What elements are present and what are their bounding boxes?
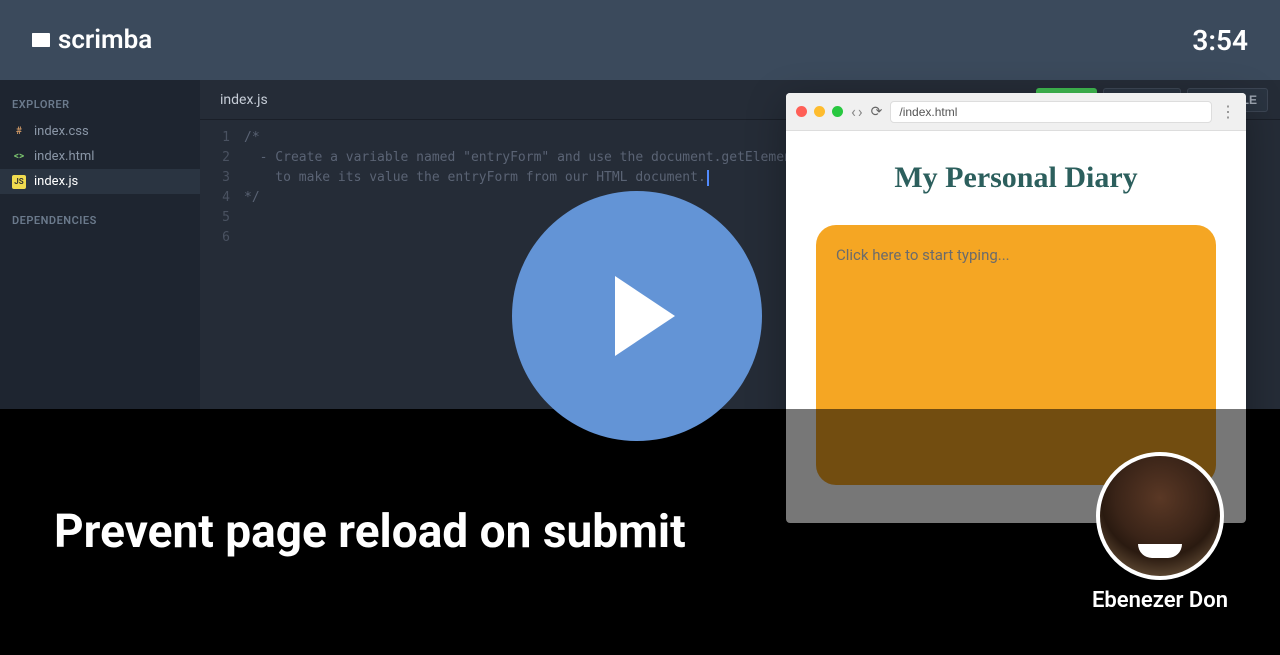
minimize-icon[interactable] (814, 106, 825, 117)
top-bar: scrimba 3:54 (0, 0, 1280, 80)
file-label: index.css (34, 124, 89, 139)
file-label: index.html (34, 149, 94, 164)
lesson-title: Prevent page reload on submit (54, 505, 686, 559)
code-line: /* (244, 128, 260, 148)
back-icon[interactable]: ‹ (851, 102, 856, 121)
css-file-icon: # (12, 125, 26, 139)
url-bar[interactable] (890, 101, 1212, 123)
line-number: 2 (200, 148, 244, 168)
menu-icon[interactable]: ⋮ (1220, 102, 1236, 121)
traffic-lights (796, 106, 843, 117)
play-button[interactable] (512, 191, 762, 441)
forward-icon[interactable]: › (858, 102, 863, 121)
line-number: 4 (200, 188, 244, 208)
brand-name: scrimba (58, 25, 152, 55)
text-cursor (707, 170, 709, 186)
line-number: 5 (200, 208, 244, 228)
scrimba-icon (32, 33, 50, 47)
play-icon (615, 276, 675, 356)
avatar[interactable] (1096, 452, 1224, 580)
sidebar: EXPLORER # index.css <> index.html JS in… (0, 80, 200, 409)
js-file-icon: JS (12, 175, 26, 189)
maximize-icon[interactable] (832, 106, 843, 117)
file-item-js[interactable]: JS index.js (0, 169, 200, 194)
page-title: My Personal Diary (816, 161, 1216, 195)
instructor-block: Ebenezer Don (1092, 452, 1228, 613)
close-icon[interactable] (796, 106, 807, 117)
file-label: index.js (34, 174, 78, 189)
code-line: to make its value the entryForm from our… (244, 168, 709, 188)
dependencies-header: DEPENDENCIES (0, 206, 200, 235)
explorer-header: EXPLORER (0, 90, 200, 119)
file-item-css[interactable]: # index.css (0, 119, 200, 144)
code-line: */ (244, 188, 260, 208)
refresh-icon[interactable]: ⟳ (871, 104, 883, 120)
nav-arrows: ‹ › (851, 102, 863, 121)
file-item-html[interactable]: <> index.html (0, 144, 200, 169)
brand-logo[interactable]: scrimba (32, 25, 152, 55)
html-file-icon: <> (12, 150, 26, 164)
browser-chrome: ‹ › ⟳ ⋮ (786, 93, 1246, 131)
diary-placeholder: Click here to start typing... (836, 246, 1010, 264)
line-number: 6 (200, 228, 244, 248)
line-number: 3 (200, 168, 244, 188)
timer: 3:54 (1192, 24, 1248, 57)
tab-index-js[interactable]: index.js (212, 92, 276, 108)
instructor-name: Ebenezer Don (1092, 588, 1228, 613)
line-number: 1 (200, 128, 244, 148)
